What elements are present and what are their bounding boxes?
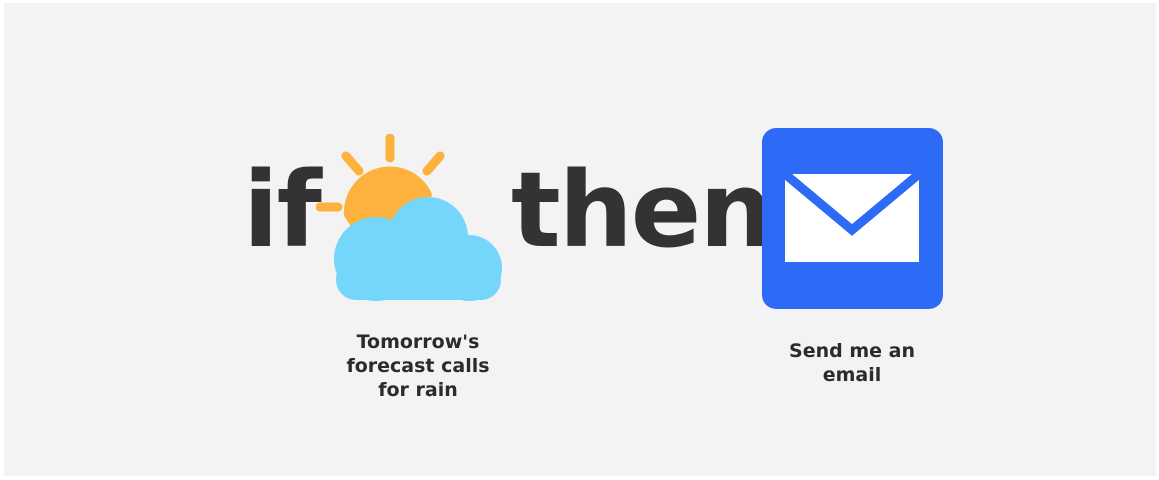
trigger-caption: Tomorrow's forecast calls for rain: [318, 330, 518, 402]
then-word: then: [511, 149, 773, 271]
caption-line: for rain: [378, 379, 458, 401]
caption-line: Send me an: [789, 340, 915, 362]
caption-line: Tomorrow's: [356, 331, 480, 353]
sun-behind-cloud-icon: [316, 134, 502, 301]
if-word: if: [243, 149, 322, 271]
action-caption: Send me an email: [752, 339, 952, 387]
email-envelope-icon: [762, 128, 943, 309]
caption-line: email: [822, 364, 882, 386]
caption-line: forecast calls: [346, 355, 490, 377]
